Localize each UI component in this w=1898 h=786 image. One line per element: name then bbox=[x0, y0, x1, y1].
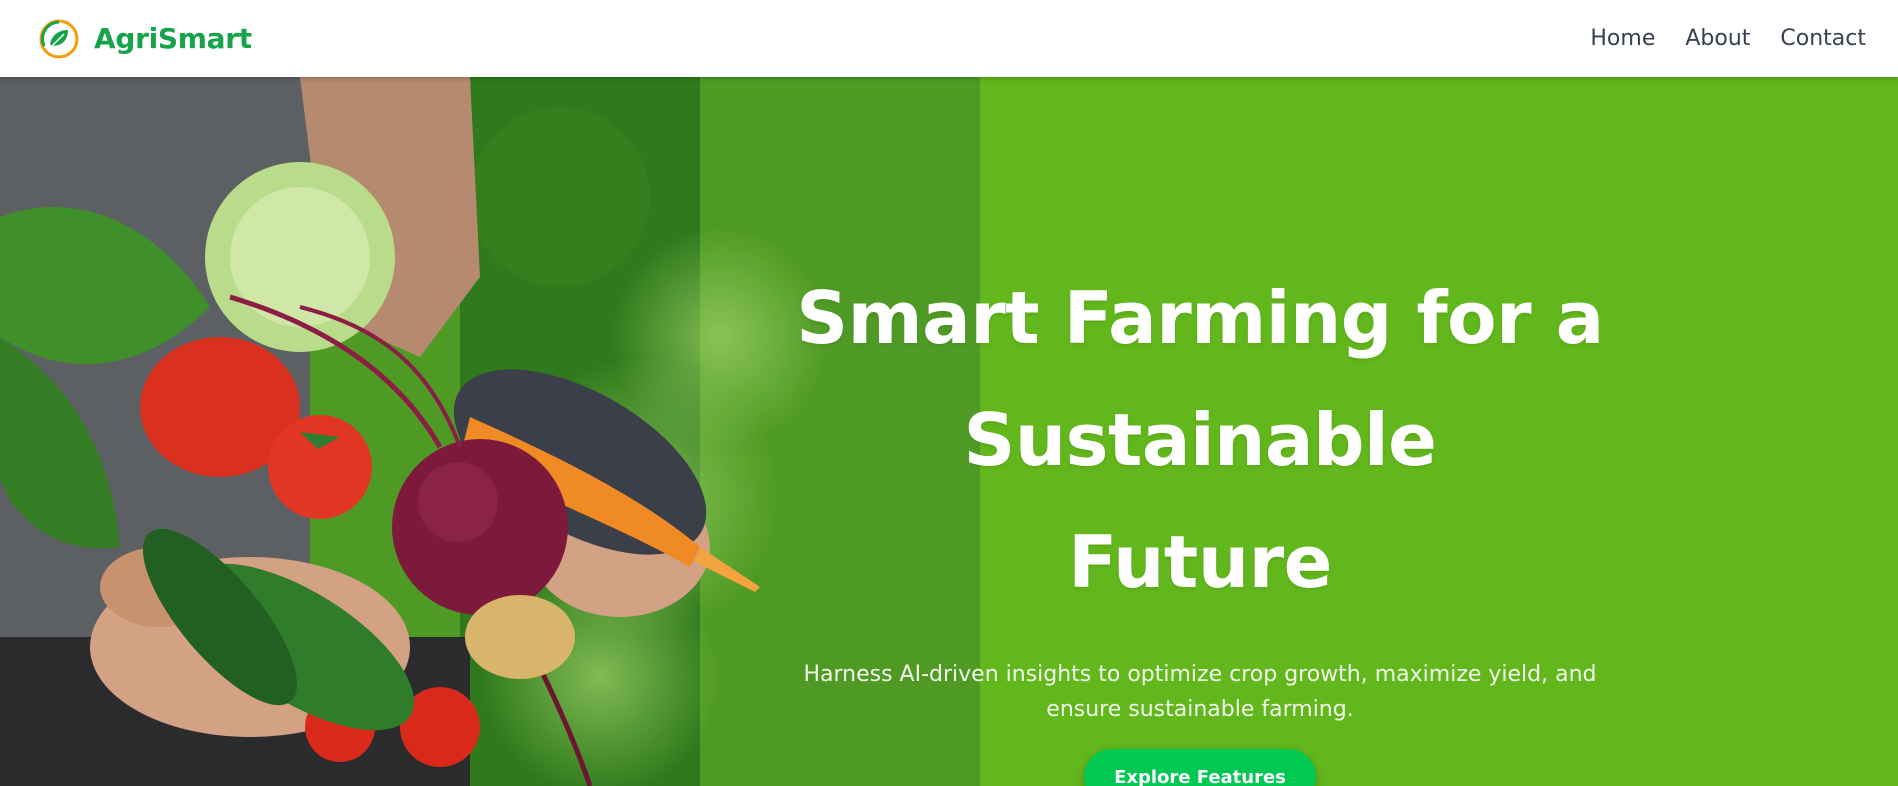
hero-content: Smart Farming for a Sustainable Future H… bbox=[600, 257, 1800, 786]
brand[interactable]: AgriSmart bbox=[38, 18, 252, 60]
hero-subtitle: Harness AI-driven insights to optimize c… bbox=[790, 657, 1610, 727]
hero-section: Smart Farming for a Sustainable Future H… bbox=[0, 77, 1898, 786]
explore-features-button[interactable]: Explore Features bbox=[1084, 749, 1316, 786]
hero-subtitle-line-2: ensure sustainable farming. bbox=[1046, 697, 1354, 722]
nav-link-contact[interactable]: Contact bbox=[1780, 26, 1866, 51]
navbar: AgriSmart Home About Contact bbox=[0, 0, 1898, 77]
hero-title: Smart Farming for a Sustainable Future bbox=[600, 257, 1800, 623]
hero-title-line-2: Future bbox=[1068, 520, 1332, 604]
hero-subtitle-line-1: Harness AI-driven insights to optimize c… bbox=[803, 662, 1597, 687]
nav-links: Home About Contact bbox=[1590, 26, 1866, 51]
brand-name: AgriSmart bbox=[94, 22, 252, 55]
nav-link-home[interactable]: Home bbox=[1590, 26, 1655, 51]
leaf-logo-icon bbox=[39, 19, 79, 58]
hero-title-line-1: Smart Farming for a Sustainable bbox=[796, 276, 1604, 482]
nav-link-about[interactable]: About bbox=[1685, 26, 1750, 51]
